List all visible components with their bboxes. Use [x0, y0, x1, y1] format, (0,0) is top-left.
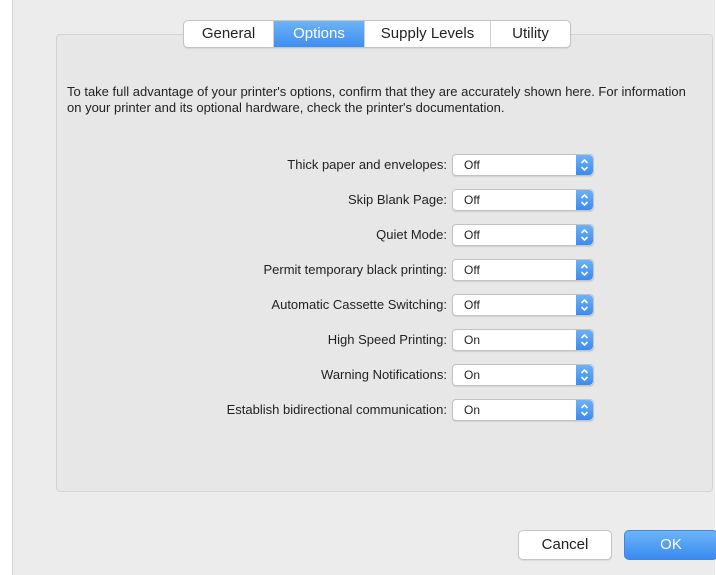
temporary-black-printing-select[interactable]: Off — [452, 259, 594, 281]
option-row-high-speed: High Speed Printing: On — [25, 329, 665, 351]
select-value: Off — [464, 158, 480, 172]
option-label: High Speed Printing: — [327, 332, 447, 347]
bidirectional-communication-select[interactable]: On — [452, 399, 594, 421]
options-description: To take full advantage of your printer's… — [67, 84, 686, 115]
skip-blank-page-select[interactable]: Off — [452, 189, 594, 211]
option-row-cassette-switching: Automatic Cassette Switching: Off — [25, 294, 665, 316]
cassette-switching-select[interactable]: Off — [452, 294, 594, 316]
up-down-chevron-icon — [576, 295, 593, 315]
tab-bar: General Options Supply Levels Utility — [183, 20, 571, 48]
option-label: Establish bidirectional communication: — [226, 402, 447, 417]
quiet-mode-select[interactable]: Off — [452, 224, 594, 246]
select-value: On — [464, 368, 481, 382]
warning-notifications-select[interactable]: On — [452, 364, 594, 386]
ok-button[interactable]: OK — [624, 530, 716, 560]
up-down-chevron-icon — [576, 155, 593, 175]
option-row-bidirectional: Establish bidirectional communication: O… — [25, 399, 665, 421]
option-label: Permit temporary black printing: — [263, 262, 447, 277]
high-speed-printing-select[interactable]: On — [452, 329, 594, 351]
tab-general[interactable]: General — [184, 21, 274, 47]
option-row-skip-blank-page: Skip Blank Page: Off — [25, 189, 665, 211]
thick-paper-select[interactable]: Off — [452, 154, 594, 176]
up-down-chevron-icon — [576, 190, 593, 210]
option-label: Thick paper and envelopes: — [287, 157, 447, 172]
option-row-temporary-black: Permit temporary black printing: Off — [25, 259, 665, 281]
option-label: Warning Notifications: — [321, 367, 447, 382]
option-row-warning-notifications: Warning Notifications: On — [25, 364, 665, 386]
up-down-chevron-icon — [576, 330, 593, 350]
tab-options[interactable]: Options — [274, 21, 365, 47]
option-label: Skip Blank Page: — [347, 192, 447, 207]
up-down-chevron-icon — [576, 260, 593, 280]
select-value: Off — [464, 193, 480, 207]
cancel-button[interactable]: Cancel — [518, 530, 612, 560]
tab-supply-levels[interactable]: Supply Levels — [365, 21, 491, 47]
tab-utility[interactable]: Utility — [491, 21, 570, 47]
select-value: On — [464, 333, 481, 347]
select-value: Off — [464, 263, 480, 277]
option-row-thick-paper: Thick paper and envelopes: Off — [25, 154, 665, 176]
option-label: Automatic Cassette Switching: — [271, 297, 447, 312]
select-value: On — [464, 403, 481, 417]
option-label: Quiet Mode: — [376, 227, 447, 242]
printer-options-window: General Options Supply Levels Utility To… — [12, 0, 716, 575]
option-row-quiet-mode: Quiet Mode: Off — [25, 224, 665, 246]
up-down-chevron-icon — [576, 365, 593, 385]
up-down-chevron-icon — [576, 225, 593, 245]
select-value: Off — [464, 298, 480, 312]
select-value: Off — [464, 228, 480, 242]
up-down-chevron-icon — [576, 400, 593, 420]
